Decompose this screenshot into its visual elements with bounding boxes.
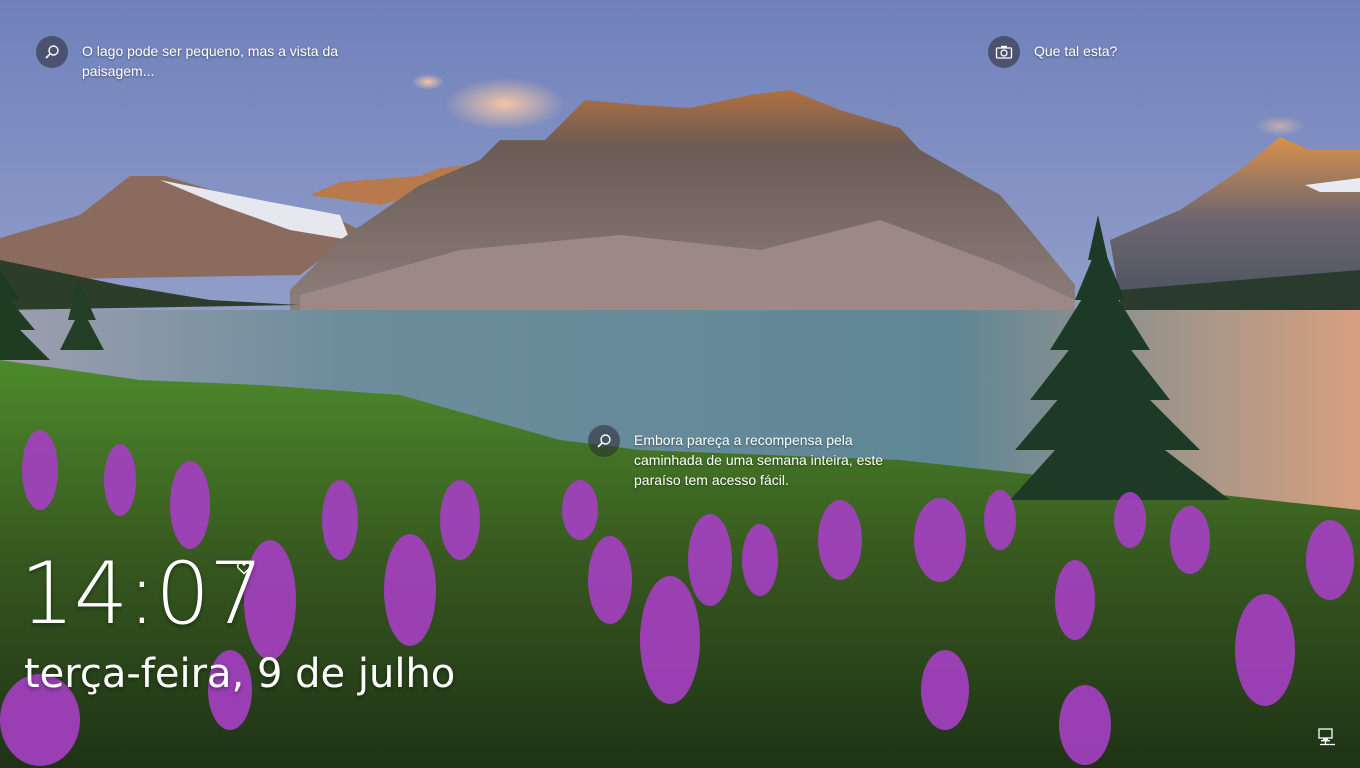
lockscreen-time: 14:07 — [20, 544, 264, 644]
hotspot-text-top-right: Que tal esta? — [1034, 43, 1118, 59]
hotspot-text-top-left: O lago pode ser pequeno, mas a vista da … — [82, 43, 339, 79]
spotlight-hotspot-top-right[interactable]: Que tal esta? — [988, 36, 1117, 68]
search-icon — [588, 425, 620, 457]
network-icon[interactable] — [1317, 728, 1337, 746]
lockscreen-date: terça-feira, 9 de julho — [24, 651, 456, 697]
search-icon — [36, 36, 68, 68]
heart-icon — [236, 562, 252, 575]
spotlight-hotspot-top-left[interactable]: O lago pode ser pequeno, mas a vista da … — [36, 36, 338, 81]
camera-icon — [988, 36, 1020, 68]
hotspot-text-center: Embora pareça a recompensa pela caminhad… — [634, 432, 884, 488]
spotlight-hotspot-center[interactable]: Embora pareça a recompensa pela caminhad… — [588, 425, 883, 490]
